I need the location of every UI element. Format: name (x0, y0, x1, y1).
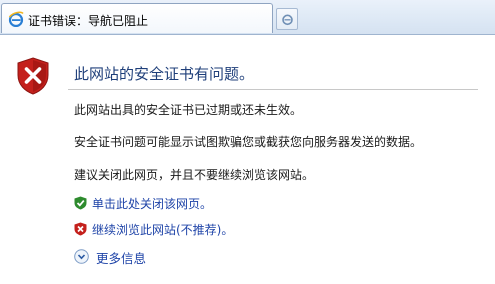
more-information-label[interactable]: 更多信息 (96, 248, 146, 267)
expired-certificate-text: 此网站出具的安全证书已过期或还未生效。 (74, 103, 303, 117)
chevron-down-circle-icon (74, 249, 89, 264)
tab-certificate-error[interactable]: 证书错误：导航已阻止 (1, 3, 273, 33)
tab-title: 证书错误：导航已阻止 (28, 14, 149, 28)
green-check-shield-icon (74, 196, 87, 210)
ie-logo-icon (8, 11, 24, 27)
red-x-shield-icon (74, 222, 87, 236)
new-tab-button[interactable] (276, 8, 298, 30)
tab-bar: 证书错误：导航已阻止 (0, 0, 495, 35)
error-page: 此网站的安全证书有问题。 此网站出具的安全证书已过期或还未生效。 安全证书问题可… (0, 35, 495, 284)
red-x-shield-icon (17, 57, 49, 95)
page-heading: 此网站的安全证书有问题。 (74, 65, 255, 83)
certificate-risk-text: 安全证书问题可能显示试图欺骗您或截获您向服务器发送的数据。 (74, 135, 423, 149)
recommendation-text: 建议关闭此网页，并且不要继续浏览该网站。 (74, 168, 315, 182)
divider (68, 89, 478, 90)
ie-logo-icon (282, 14, 293, 26)
continue-to-website-label[interactable]: 继续浏览此网站(不推荐)。 (92, 221, 233, 238)
close-page-link-label[interactable]: 单击此处关闭该网页。 (92, 195, 212, 212)
